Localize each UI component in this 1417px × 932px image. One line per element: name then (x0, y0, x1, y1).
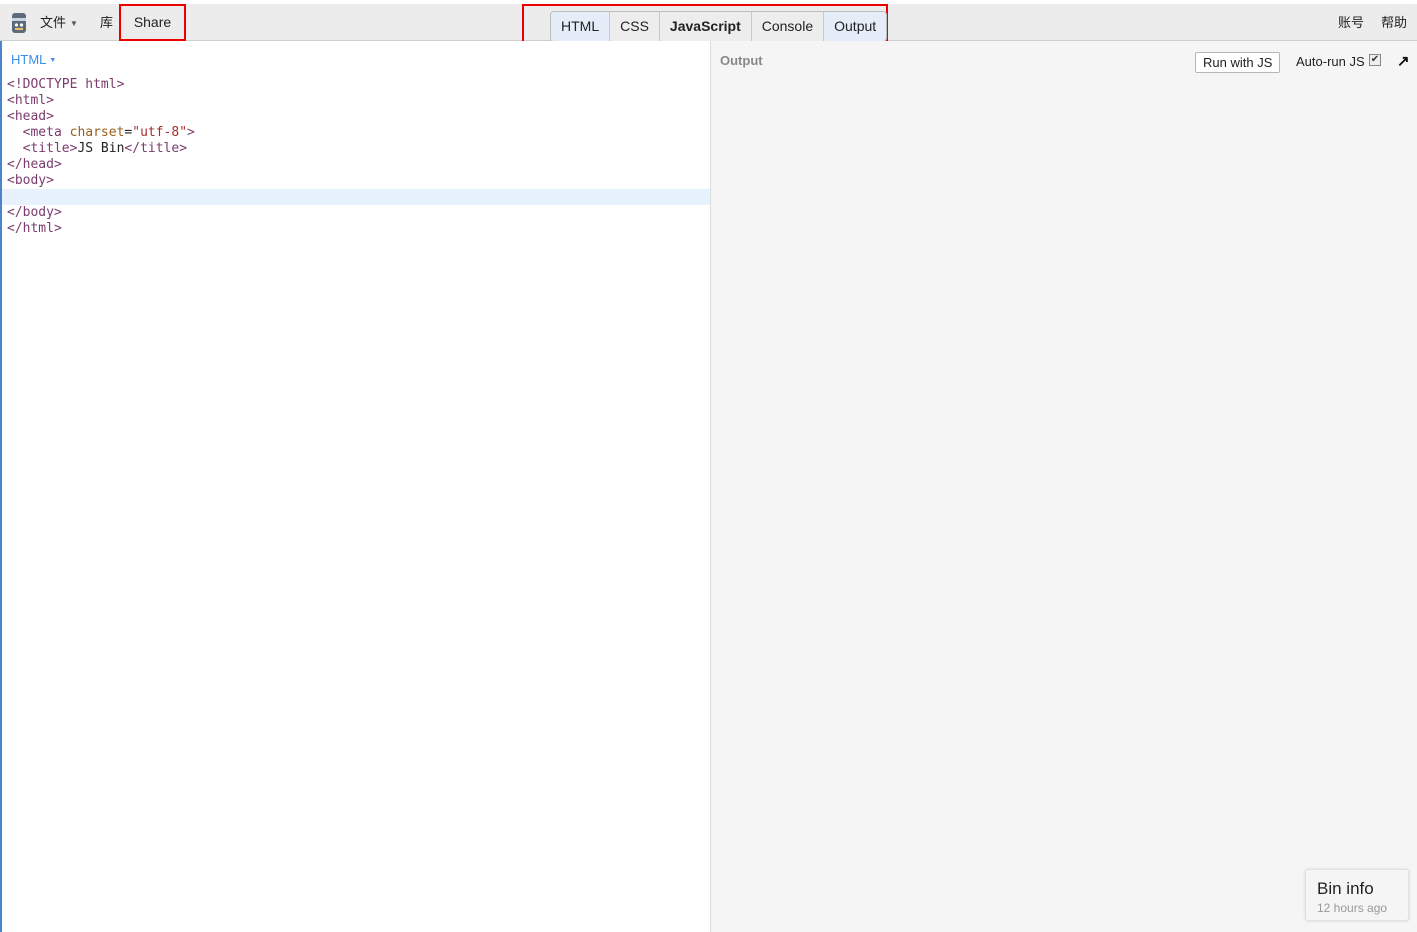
tag-token: <head> (7, 109, 54, 124)
attr-token: charset (61, 125, 125, 140)
editor-language-dropdown[interactable]: HTML ▼ (11, 52, 56, 67)
tab-console[interactable]: Console (750, 12, 823, 41)
chevron-down-icon: ▼ (49, 57, 57, 65)
editor-language-label: HTML (11, 52, 47, 67)
library-menu[interactable]: 库 (100, 4, 113, 41)
code-line-1: <!DOCTYPE html> (7, 77, 710, 93)
tag-token: </body> (7, 205, 62, 220)
top-toolbar: 文件 ▼ 库 Share HTML CSS JavaScript Console … (0, 0, 1417, 46)
code-area[interactable]: <!DOCTYPE html> <html> <head> <meta char… (2, 77, 710, 237)
tag-token: </head> (7, 157, 62, 172)
code-line-9: </body> (7, 205, 710, 221)
code-line-4: <meta charset="utf-8"> (7, 125, 710, 141)
autorun-checkbox[interactable]: ✔ (1369, 54, 1381, 66)
code-line-5: <title>JS Bin</title> (7, 141, 710, 157)
code-line-7: <body> (7, 173, 710, 189)
bin-info-title: Bin info (1317, 879, 1374, 898)
bin-info-box[interactable]: Bin info 12 hours ago (1305, 869, 1409, 921)
doctype-token: <!DOCTYPE html> (7, 77, 125, 92)
tag-token: </html> (7, 221, 62, 236)
tab-output[interactable]: Output (823, 12, 887, 41)
chevron-down-icon: ▼ (70, 19, 78, 29)
arrow-up-right-icon[interactable]: ↗ (1397, 52, 1410, 70)
tag-token: <meta (22, 125, 62, 140)
panel-toggle-group: HTML CSS JavaScript Console Output (550, 11, 888, 42)
code-line-8-active (2, 189, 710, 205)
indent-token (7, 141, 23, 156)
html-editor-panel[interactable]: HTML ▼ <!DOCTYPE html> <html> <head> <met… (0, 41, 711, 932)
tab-html[interactable]: HTML (551, 12, 610, 41)
output-panel: Output Run with JS Auto-run JS ✔ ↗ (711, 41, 1417, 932)
jsbin-logo-icon[interactable] (10, 11, 28, 35)
tab-css[interactable]: CSS (609, 12, 659, 41)
code-line-2: <html> (7, 93, 710, 109)
file-menu-label: 文件 (40, 15, 67, 30)
code-line-10: </html> (7, 221, 710, 237)
output-label: Output (720, 53, 763, 68)
file-menu[interactable]: 文件 ▼ (40, 4, 78, 41)
share-button[interactable]: Share (119, 4, 186, 41)
account-link[interactable]: 账号 (1338, 4, 1364, 41)
string-token: "utf-8" (132, 125, 188, 140)
tag-token: <body> (7, 173, 54, 188)
code-line-3: <head> (7, 109, 710, 125)
tag-token: <html> (7, 93, 54, 108)
code-line-6: </head> (7, 157, 710, 173)
tag-token: <title> (22, 141, 78, 156)
text-token: JS Bin (77, 141, 125, 156)
tag-token: > (187, 125, 195, 140)
run-with-js-button[interactable]: Run with JS (1195, 52, 1281, 73)
autorun-label: Auto-run JS (1296, 54, 1365, 69)
help-link[interactable]: 帮助 (1381, 4, 1407, 41)
indent-token (7, 125, 23, 140)
tag-token: </title> (124, 141, 188, 156)
bin-info-time: 12 hours ago (1317, 901, 1388, 915)
tab-javascript[interactable]: JavaScript (658, 12, 751, 41)
